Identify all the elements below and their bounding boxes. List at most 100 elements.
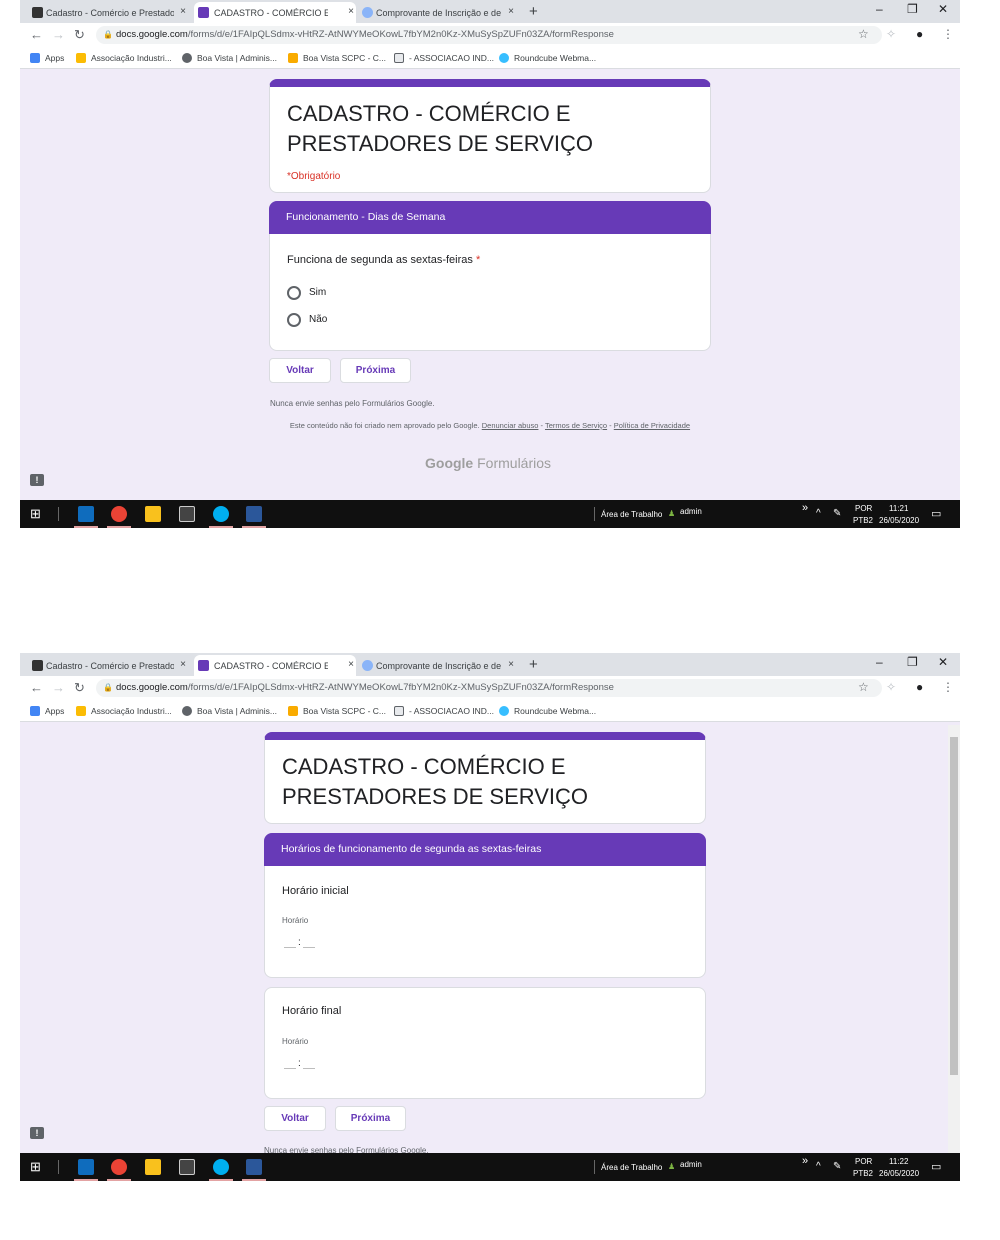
minimize-button[interactable]: –	[876, 655, 883, 669]
close-window-button[interactable]: ✕	[938, 655, 948, 669]
bookmark-associacao[interactable]: Associação Industri...	[76, 53, 172, 63]
pen-icon[interactable]: ✎	[833, 1161, 841, 1172]
bookmark-associacao-ind[interactable]: - ASSOCIACAO IND...	[394, 53, 494, 63]
back-button[interactable]: Voltar	[269, 358, 331, 383]
back-button[interactable]: Voltar	[264, 1106, 326, 1131]
tab-comprovante[interactable]: Comprovante de Inscrição e de S ×	[362, 2, 516, 23]
user-name[interactable]: admin	[680, 507, 702, 516]
close-icon[interactable]: ×	[180, 6, 186, 17]
minimize-button[interactable]: –	[876, 2, 883, 16]
lang-code[interactable]: POR	[855, 504, 872, 513]
chrome-icon[interactable]	[111, 1159, 127, 1175]
skype-icon[interactable]	[213, 506, 229, 522]
clock-time[interactable]: 11:21	[889, 504, 908, 513]
bookmark-boa-vista-scpc[interactable]: Boa Vista SCPC - C...	[288, 53, 386, 63]
bookmark-roundcube[interactable]: Roundcube Webma...	[499, 706, 596, 716]
close-icon[interactable]: ×	[180, 659, 186, 670]
star-icon[interactable]: ☆	[858, 27, 869, 41]
close-icon[interactable]: ×	[508, 6, 514, 17]
restore-button[interactable]: ❐	[907, 2, 918, 16]
time-input[interactable]: :	[282, 1057, 317, 1069]
menu-icon[interactable]: ⋮	[942, 27, 954, 41]
calculator-icon[interactable]	[179, 506, 195, 522]
tray-up-icon[interactable]: ^	[816, 1161, 821, 1172]
menu-icon[interactable]: ⋮	[942, 680, 954, 694]
windows-start-icon[interactable]: ⊞	[30, 1159, 41, 1175]
overflow-chevron[interactable]: »	[802, 1155, 808, 1167]
notifications-icon[interactable]: ▭	[931, 507, 941, 520]
windows-start-icon[interactable]: ⊞	[30, 506, 41, 522]
calculator-icon[interactable]	[179, 1159, 195, 1175]
time-input[interactable]: :	[282, 936, 317, 948]
word-icon[interactable]	[246, 506, 262, 522]
pin-icon[interactable]: ✧	[886, 680, 896, 694]
bookmark-boa-vista-scpc[interactable]: Boa Vista SCPC - C...	[288, 706, 386, 716]
next-button[interactable]: Próxima	[340, 358, 411, 383]
bookmark-boa-vista-admin[interactable]: Boa Vista | Adminis...	[182, 706, 277, 716]
outlook-icon[interactable]	[78, 1159, 94, 1175]
tab-cadastro-form[interactable]: CADASTRO - COMÉRCIO E PRES ×	[194, 655, 356, 676]
reload-icon[interactable]: ↻	[74, 27, 85, 43]
tab-cadastro-comercio[interactable]: Cadastro - Comércio e Prestador ×	[32, 2, 188, 23]
desktop-toolbar[interactable]: Área de Trabalho	[601, 1163, 662, 1172]
desktop-toolbar[interactable]: Área de Trabalho	[601, 510, 662, 519]
clock-date[interactable]: 26/05/2020	[879, 1169, 919, 1178]
reload-icon[interactable]: ↻	[74, 680, 85, 696]
new-tab-button[interactable]: +	[529, 656, 538, 673]
profile-icon[interactable]: ●	[916, 680, 923, 694]
pen-icon[interactable]: ✎	[833, 508, 841, 519]
bookmark-apps[interactable]: Apps	[30, 53, 64, 63]
address-bar[interactable]: 🔒 docs.google.com/forms/d/e/1FAIpQLSdmx-…	[96, 26, 882, 44]
close-window-button[interactable]: ✕	[938, 2, 948, 16]
report-abuse-link[interactable]: Denunciar abuso	[482, 421, 539, 430]
star-icon[interactable]: ☆	[858, 680, 869, 694]
notifications-icon[interactable]: ▭	[931, 1160, 941, 1173]
bookmark-associacao-ind[interactable]: - ASSOCIACAO IND...	[394, 706, 494, 716]
back-arrow-icon[interactable]: ←	[30, 680, 43, 695]
close-icon[interactable]: ×	[348, 659, 354, 670]
bookmark-apps[interactable]: Apps	[30, 706, 64, 716]
restore-button[interactable]: ❐	[907, 655, 918, 669]
clock-time[interactable]: 11:22	[889, 1157, 908, 1166]
file-explorer-icon[interactable]	[145, 506, 161, 522]
user-name[interactable]: admin	[680, 1160, 702, 1169]
forward-arrow-icon[interactable]: →	[52, 27, 65, 42]
scroll-thumb[interactable]	[950, 737, 958, 1075]
hour-input[interactable]	[284, 936, 296, 948]
keyboard-layout[interactable]: PTB2	[853, 516, 873, 525]
tray-up-icon[interactable]: ^	[816, 508, 821, 519]
hour-input[interactable]	[284, 1057, 296, 1069]
close-icon[interactable]: ×	[348, 6, 354, 17]
address-bar[interactable]: 🔒 docs.google.com/forms/d/e/1FAIpQLSdmx-…	[96, 679, 882, 697]
word-icon[interactable]	[246, 1159, 262, 1175]
pin-icon[interactable]: ✧	[886, 27, 896, 41]
radio-sim[interactable]	[287, 286, 301, 300]
radio-nao[interactable]	[287, 313, 301, 327]
scrollbar[interactable]	[948, 725, 960, 1153]
profile-icon[interactable]: ●	[916, 27, 923, 41]
feedback-icon[interactable]: !	[30, 474, 44, 486]
feedback-icon[interactable]: !	[30, 1127, 44, 1139]
bookmark-boa-vista-admin[interactable]: Boa Vista | Adminis...	[182, 53, 277, 63]
bookmark-roundcube[interactable]: Roundcube Webma...	[499, 53, 596, 63]
chrome-icon[interactable]	[111, 506, 127, 522]
lang-code[interactable]: POR	[855, 1157, 872, 1166]
privacy-link[interactable]: Política de Privacidade	[614, 421, 690, 430]
file-explorer-icon[interactable]	[145, 1159, 161, 1175]
skype-icon[interactable]	[213, 1159, 229, 1175]
terms-link[interactable]: Termos de Serviço	[545, 421, 607, 430]
minute-input[interactable]	[302, 1057, 315, 1069]
clock-date[interactable]: 26/05/2020	[879, 516, 919, 525]
google-forms-logo[interactable]: Google Formulários	[425, 455, 551, 471]
bookmark-associacao[interactable]: Associação Industri...	[76, 706, 172, 716]
back-arrow-icon[interactable]: ←	[30, 27, 43, 42]
forward-arrow-icon[interactable]: →	[52, 680, 65, 695]
keyboard-layout[interactable]: PTB2	[853, 1169, 873, 1178]
close-icon[interactable]: ×	[508, 659, 514, 670]
next-button[interactable]: Próxima	[335, 1106, 406, 1131]
tab-cadastro-form[interactable]: CADASTRO - COMÉRCIO E PRES ×	[194, 2, 356, 23]
tab-cadastro-comercio[interactable]: Cadastro - Comércio e Prestador ×	[32, 655, 188, 676]
tab-comprovante[interactable]: Comprovante de Inscrição e de S ×	[362, 655, 516, 676]
minute-input[interactable]	[302, 936, 315, 948]
outlook-icon[interactable]	[78, 506, 94, 522]
